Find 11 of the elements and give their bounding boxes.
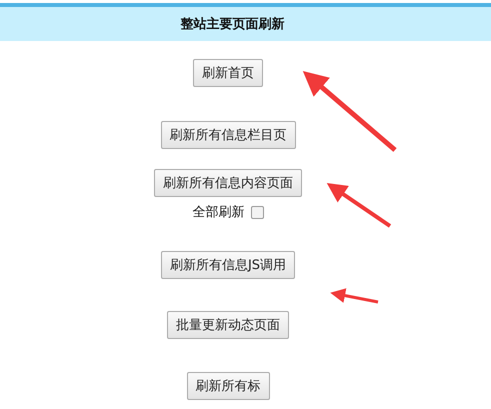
refresh-button[interactable]: 刷新所有信息栏目页 [160,121,296,149]
arrow [330,288,378,304]
checkbox-label: 全部刷新 [192,204,244,221]
refresh-button[interactable]: 刷新所有信息JS调用 [160,251,296,279]
arrow [326,183,392,228]
panel-title: 整站主要页面刷新 [180,16,284,33]
refresh-button[interactable]: 批量更新动态页面 [167,311,289,339]
refresh-button[interactable]: 刷新首页 [193,59,263,87]
refresh-button[interactable]: 刷新所有信息内容页面 [154,169,302,197]
checkbox[interactable] [250,206,264,218]
refresh-button[interactable]: 刷新所有标 [186,372,270,400]
